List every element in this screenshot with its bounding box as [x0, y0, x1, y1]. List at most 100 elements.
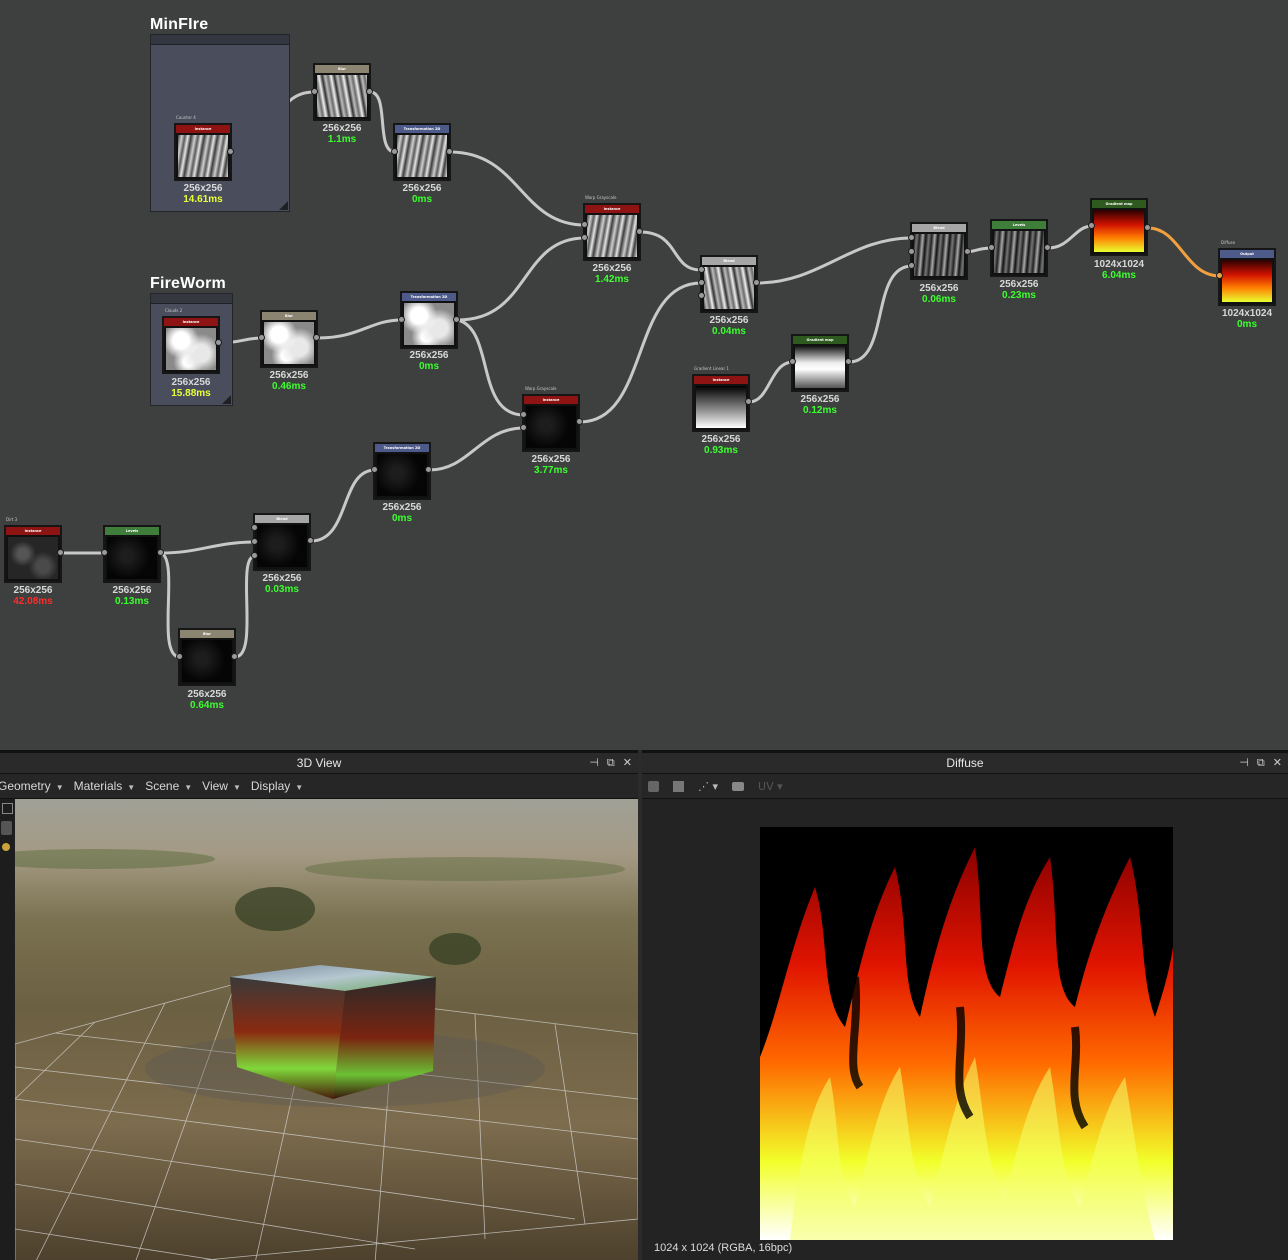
node-label: Instance	[542, 398, 560, 402]
menu-scene[interactable]: Scene ▼	[145, 779, 192, 793]
node-blend[interactable]: Blend	[253, 513, 311, 571]
menu-display[interactable]: Display ▼	[251, 779, 303, 793]
output-port[interactable]	[576, 418, 583, 425]
diffuse-texture-view[interactable]: 1024 x 1024 (RGBA, 16bpc)	[642, 799, 1288, 1260]
node-blur[interactable]: Blur	[313, 63, 371, 121]
output-port[interactable]	[1144, 224, 1151, 231]
output-port[interactable]	[215, 339, 222, 346]
3d-viewport[interactable]	[15, 799, 638, 1260]
menu-materials[interactable]: Materials ▼	[74, 779, 136, 793]
node-caption: 256x256 0.06ms	[919, 283, 959, 305]
input-port[interactable]	[698, 279, 705, 286]
node-thumbnail	[264, 322, 314, 364]
node-caption: 256x256 0ms	[409, 350, 449, 372]
output-port[interactable]	[307, 537, 314, 544]
input-port[interactable]	[581, 234, 588, 241]
node-caption: 256x256 0.13ms	[112, 585, 152, 607]
pin-icon[interactable]: ⊣	[1239, 753, 1249, 773]
input-port[interactable]	[520, 411, 527, 418]
output-port[interactable]	[1044, 244, 1051, 251]
node-levels[interactable]: Levels	[103, 525, 161, 583]
output-port[interactable]	[157, 549, 164, 556]
input-port[interactable]	[251, 538, 258, 545]
node-label: Blend	[723, 259, 735, 263]
output-port[interactable]	[964, 248, 971, 255]
node-gradient-map[interactable]: Gradient map	[791, 334, 849, 392]
input-port[interactable]	[1088, 222, 1095, 229]
output-port[interactable]	[57, 549, 64, 556]
input-port[interactable]	[101, 549, 108, 556]
input-port[interactable]	[698, 292, 705, 299]
node-blend[interactable]: Blend	[700, 255, 758, 313]
output-port[interactable]	[453, 316, 460, 323]
output-port[interactable]	[425, 466, 432, 473]
select-tool-icon[interactable]	[2, 803, 13, 814]
camera-icon[interactable]	[732, 781, 745, 791]
node-transformation-2d[interactable]: Transformation 2D	[373, 442, 431, 500]
node-transformation-2d[interactable]: Transformation 2D	[393, 123, 451, 181]
node-instance-counter[interactable]: Instance	[174, 123, 232, 181]
input-port[interactable]	[176, 653, 183, 660]
output-port[interactable]	[845, 358, 852, 365]
camera-tool-icon[interactable]	[1, 821, 12, 835]
node-graph-canvas[interactable]: MinFIre FireWorm Counter 4 Instance 256x…	[0, 0, 1288, 750]
input-port[interactable]	[581, 221, 588, 228]
input-port[interactable]	[908, 262, 915, 269]
node-caption: 256x256 0.04ms	[709, 315, 749, 337]
dropdown-arrow-icon: ▼	[127, 783, 136, 792]
dropdown-arrow-icon: ▼	[232, 783, 241, 792]
input-port[interactable]	[371, 466, 378, 473]
output-port[interactable]	[227, 148, 234, 155]
output-port[interactable]	[636, 228, 643, 235]
input-port[interactable]	[988, 244, 995, 251]
node-instance-dirt[interactable]: Instance	[4, 525, 62, 583]
node-output-diffuse[interactable]: Output	[1218, 248, 1276, 306]
node-blur[interactable]: Blur	[178, 628, 236, 686]
node-levels[interactable]: Levels	[990, 219, 1048, 277]
channels-icon[interactable]	[648, 780, 659, 792]
close-icon[interactable]: ✕	[623, 753, 632, 773]
node-blend[interactable]: Blend	[910, 222, 968, 280]
input-port[interactable]	[908, 248, 915, 255]
input-port[interactable]	[391, 148, 398, 155]
input-port[interactable]	[258, 334, 265, 341]
node-instance-gradient-linear[interactable]: Instance	[692, 374, 750, 432]
node-gradient-map-fire[interactable]: Gradient map	[1090, 198, 1148, 256]
output-port[interactable]	[313, 334, 320, 341]
input-port[interactable]	[520, 424, 527, 431]
input-port[interactable]	[789, 358, 796, 365]
node-transformation-2d[interactable]: Transformation 2D	[400, 291, 458, 349]
input-port[interactable]	[1216, 272, 1223, 279]
menu-view[interactable]: View ▼	[202, 779, 241, 793]
input-port[interactable]	[398, 316, 405, 323]
close-icon[interactable]: ✕	[1273, 753, 1282, 773]
output-port[interactable]	[753, 279, 760, 286]
node-label: Blur	[202, 632, 212, 636]
wire	[427, 426, 526, 472]
input-port[interactable]	[251, 552, 258, 559]
input-port[interactable]	[698, 266, 705, 273]
input-port[interactable]	[251, 524, 258, 531]
fire-texture-image	[760, 827, 1173, 1240]
menu-geometry[interactable]: Geometry ▼	[0, 779, 64, 793]
uv-toggle[interactable]: UV ▾	[758, 780, 783, 793]
output-port[interactable]	[366, 88, 373, 95]
node-thumbnail	[166, 328, 216, 370]
node-instance-warp-dark[interactable]: Instance	[522, 394, 580, 452]
pin-icon[interactable]: ⊣	[589, 753, 599, 773]
output-port[interactable]	[745, 398, 752, 405]
node-blur[interactable]: Blur	[260, 310, 318, 368]
output-port[interactable]	[446, 148, 453, 155]
node-instance-warp[interactable]: Instance	[583, 203, 641, 261]
diffuse-toolbar: ⋰ ▾ UV ▾	[642, 774, 1288, 799]
share-icon[interactable]: ⋰ ▾	[698, 780, 718, 793]
wire	[755, 236, 914, 285]
node-instance-clouds[interactable]: Instance	[162, 316, 220, 374]
edit-icon[interactable]	[673, 780, 684, 792]
input-port[interactable]	[908, 234, 915, 241]
float-icon[interactable]: ⧉	[607, 753, 615, 773]
float-icon[interactable]: ⧉	[1257, 753, 1265, 773]
output-port[interactable]	[231, 653, 238, 660]
light-tool-icon[interactable]	[2, 843, 10, 851]
input-port[interactable]	[311, 88, 318, 95]
